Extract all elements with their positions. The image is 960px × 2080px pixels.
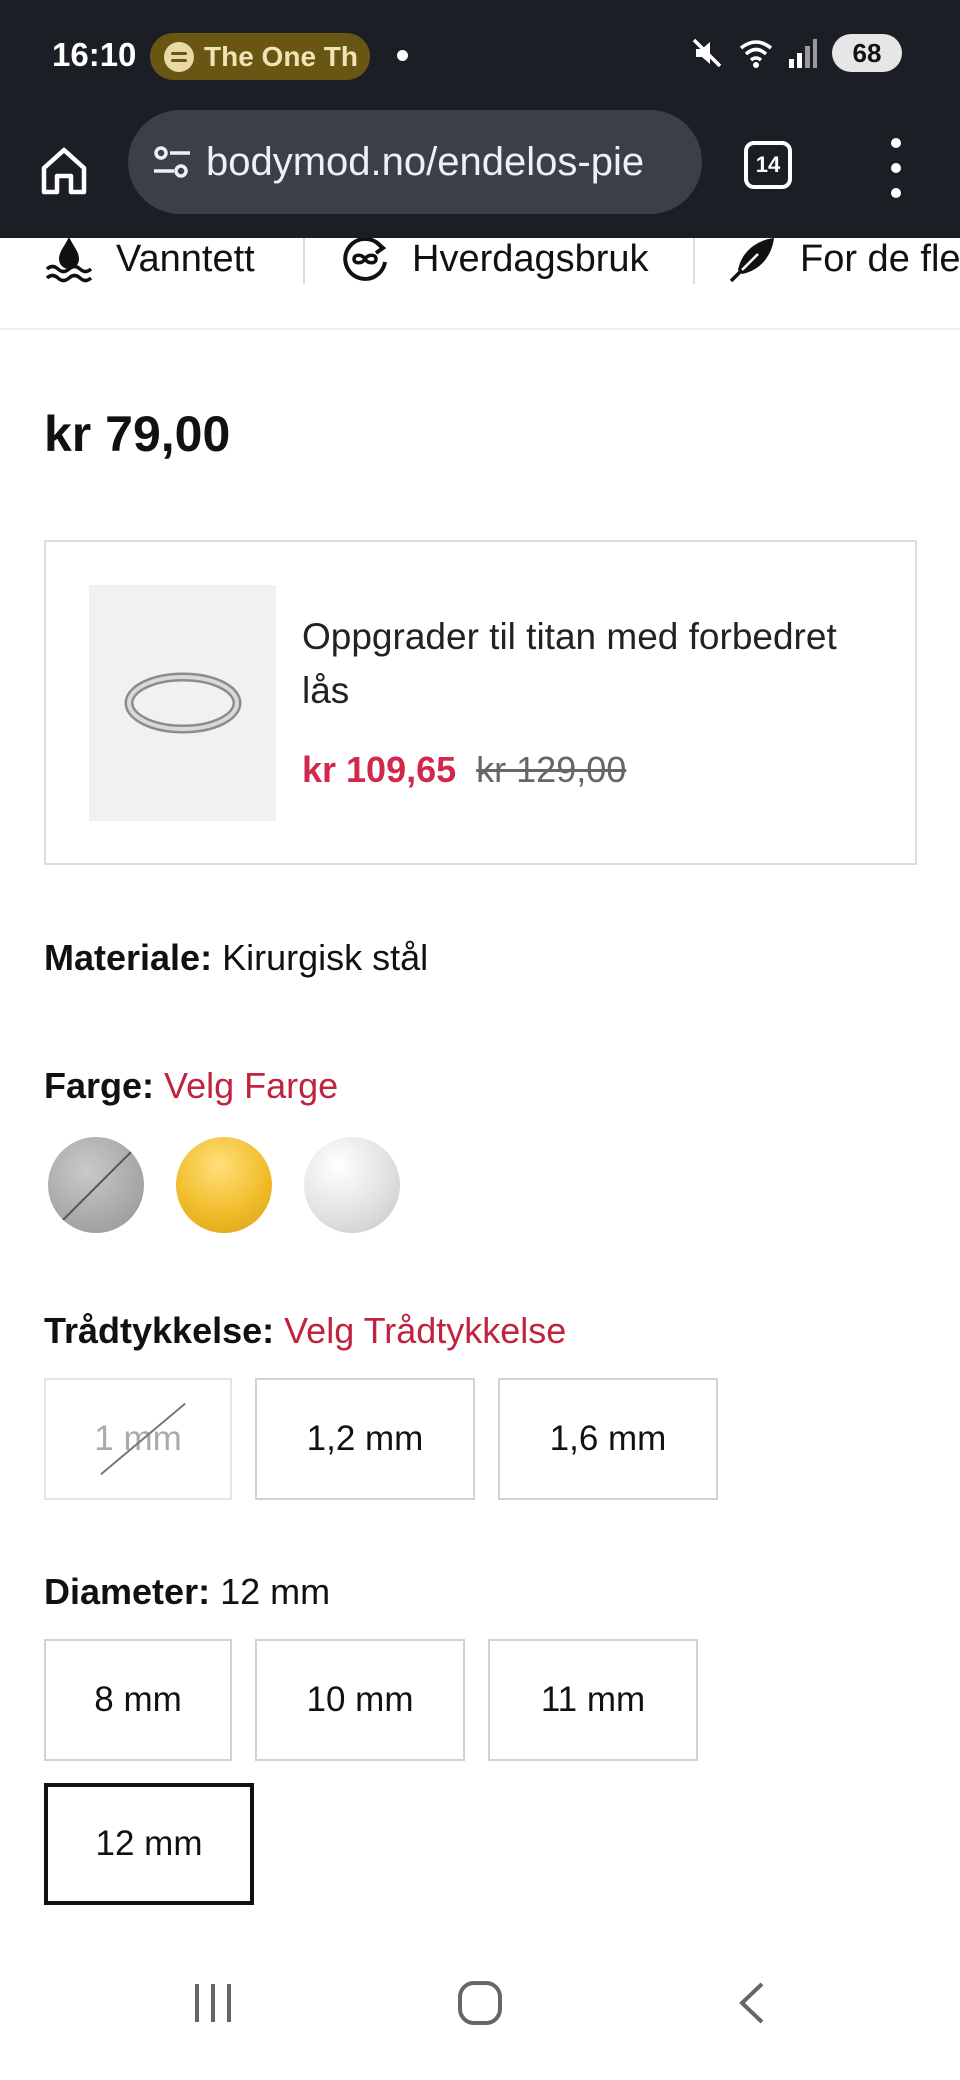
mute-icon	[692, 38, 722, 68]
color-swatch-silver[interactable]	[48, 1137, 144, 1233]
feature-strip: Vanntett Hverdagsbruk For de fle	[0, 238, 960, 330]
diameter-label: Diameter:	[44, 1571, 211, 1612]
everyday-use-icon	[343, 238, 387, 281]
feature-everyday-use: Hverdagsbruk	[340, 238, 649, 281]
upsell-title[interactable]: Oppgrader til titan med forbedret lås	[302, 610, 862, 718]
address-bar[interactable]: bodymod.no/endelos-pie	[128, 110, 702, 214]
color-value: Velg Farge	[164, 1065, 339, 1106]
material-label: Materiale:	[44, 937, 213, 978]
color-label: Farge:	[44, 1065, 155, 1106]
waterproof-icon	[45, 238, 93, 283]
feature-divider	[303, 238, 305, 284]
upsell-card[interactable]: Oppgrader til titan med forbedret lås kr…	[44, 540, 917, 865]
recent-apps-icon[interactable]	[190, 1980, 236, 2026]
color-swatch-white[interactable]	[304, 1137, 400, 1233]
feature-lightweight: For de fle	[728, 238, 960, 283]
thickness-row: Trådtykkelse: Velg Trådtykkelse	[44, 1310, 566, 1352]
feature-waterproof: Vanntett	[44, 238, 255, 283]
status-time: 16:10	[52, 36, 137, 73]
thickness-option[interactable]: 1,2 mm	[255, 1378, 475, 1500]
feather-icon	[729, 238, 774, 283]
diameter-option-selected[interactable]: 12 mm	[44, 1783, 254, 1905]
media-title: The One Th	[204, 40, 358, 72]
back-icon[interactable]	[734, 1980, 768, 2026]
notification-dot	[397, 50, 408, 61]
status-bar: 16:10 The One Th 68	[0, 0, 960, 110]
more-menu-icon[interactable]	[884, 138, 908, 198]
thickness-option[interactable]: 1,6 mm	[498, 1378, 718, 1500]
battery-indicator: 68	[832, 34, 902, 72]
upsell-prices: kr 109,65 kr 129,00	[302, 749, 626, 791]
upsell-original-price: kr 129,00	[476, 749, 627, 790]
url-text: bodymod.no/endelos-pie	[206, 139, 645, 184]
color-swatch-gold[interactable]	[176, 1137, 272, 1233]
spotify-icon	[164, 41, 194, 72]
diameter-option[interactable]: 8 mm	[44, 1639, 232, 1761]
system-nav-bar	[0, 1940, 960, 2080]
home-button-icon[interactable]	[456, 1980, 504, 2026]
feature-label: Hverdagsbruk	[412, 238, 649, 280]
home-icon[interactable]	[36, 142, 92, 198]
feature-label: For de fle	[800, 238, 960, 280]
diameter-option[interactable]: 10 mm	[255, 1639, 465, 1761]
diameter-option[interactable]: 11 mm	[488, 1639, 698, 1761]
thickness-option[interactable]: 1 mm	[44, 1378, 232, 1500]
product-price: kr 79,00	[44, 406, 231, 462]
browser-toolbar: bodymod.no/endelos-pie 14	[0, 110, 960, 238]
upsell-product-image[interactable]	[89, 585, 276, 821]
feature-divider	[693, 238, 695, 284]
wifi-icon	[739, 40, 773, 68]
thickness-value: Velg Trådtykkelse	[284, 1310, 567, 1351]
material-row: Materiale: Kirurgisk stål	[44, 937, 428, 979]
status-icons: 68	[690, 34, 902, 72]
diameter-value: 12 mm	[220, 1571, 331, 1612]
tabs-button[interactable]: 14	[744, 141, 792, 189]
feature-label: Vanntett	[116, 238, 255, 280]
thickness-label: Trådtykkelse:	[44, 1310, 275, 1351]
site-settings-icon[interactable]	[152, 144, 192, 180]
media-playing-pill[interactable]: The One Th	[150, 33, 370, 80]
color-row: Farge: Velg Farge	[44, 1065, 338, 1107]
material-value: Kirurgisk stål	[222, 937, 429, 978]
signal-icon	[789, 39, 817, 68]
diameter-row: Diameter: 12 mm	[44, 1571, 330, 1613]
upsell-sale-price: kr 109,65	[302, 749, 457, 790]
ring-image	[124, 672, 241, 734]
